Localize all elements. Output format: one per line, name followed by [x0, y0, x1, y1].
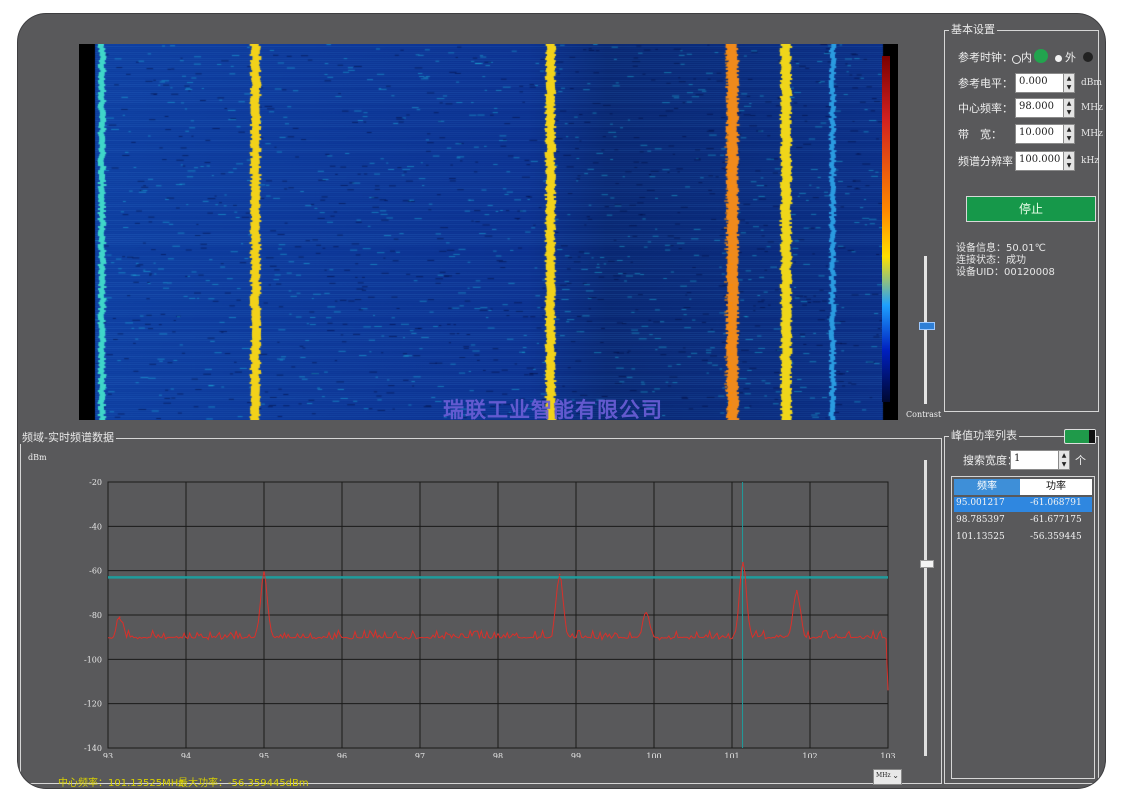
y-tick-label: -40: [89, 522, 102, 531]
color-scale-bar: [882, 56, 890, 402]
radio-external-label: 外: [1065, 51, 1076, 64]
peaks-table-header: 频率 功率: [954, 479, 1092, 495]
col-header-freq[interactable]: 频率: [954, 479, 1020, 495]
ref-level-slider[interactable]: [920, 460, 934, 756]
ref-level-slider-thumb[interactable]: [920, 560, 934, 568]
device-info-uid: 设备UID：00120008: [956, 267, 1055, 278]
x-tick-label: 102: [802, 752, 817, 758]
unit-dropdown-value: MHz: [876, 772, 891, 779]
spectrum-chart: 93 94 95 96 97 98 99 100 101 102 103 -20 -40 -60 -80 -1…: [84, 478, 896, 758]
y-tick-label: -140: [84, 744, 102, 753]
table-row[interactable]: 95.001217 -61.068791: [954, 497, 1092, 512]
y-tick-label: -120: [84, 700, 102, 709]
x-tick-label: 95: [259, 752, 269, 758]
contrast-slider-track: [924, 256, 927, 404]
bandwidth-value: 10.000: [1019, 127, 1054, 138]
bandwidth-label: 带 宽：: [958, 128, 1002, 141]
y-tick-label: -60: [89, 567, 102, 576]
ref-level-input[interactable]: 0.000 ▲ ▼: [1015, 73, 1075, 93]
ref-clock-label: 参考时钟：: [958, 51, 1013, 64]
status-center-freq: 中心频率：101.13525MHz: [58, 778, 184, 788]
row-power: -61.068791: [1030, 498, 1082, 508]
ref-level-label: 参考电平：: [958, 77, 1013, 90]
radio-external[interactable]: [1055, 55, 1062, 62]
peak-point: [795, 589, 798, 592]
x-tick-label: 103: [880, 752, 895, 758]
waterfall-panel: Contrast 瑞联工业智能有限公司: [22, 18, 942, 422]
peaks-toggle[interactable]: [1064, 429, 1096, 444]
center-freq-label: 中心频率：: [958, 102, 1013, 115]
table-row[interactable]: 98.785397 -61.677175: [954, 514, 1092, 529]
peak-point: [645, 611, 647, 614]
peak-point: [263, 572, 265, 574]
ref-level-unit: dBm: [1081, 78, 1102, 88]
watermark: 瑞联工业智能有限公司: [443, 398, 663, 422]
peaks-table: 频率 功率 95.001217 -61.068791 98.785397 -61…: [951, 476, 1095, 779]
row-freq: 98.785397: [956, 515, 1005, 525]
status-max-power: 最大功率：-56.359445dBm: [178, 778, 309, 788]
y-unit-label: dBm: [28, 453, 47, 462]
search-width-value: 1: [1014, 453, 1021, 464]
peak-point: [742, 561, 744, 564]
row-power: -56.359445: [1030, 532, 1082, 542]
x-tick-label: 98: [493, 752, 503, 758]
ref-level-slider-track: [924, 460, 927, 756]
radio-internal[interactable]: [1012, 55, 1021, 64]
peaks-toggle-knob: [1089, 430, 1095, 443]
x-tick-label: 101: [724, 752, 739, 758]
resolution-input[interactable]: 100.000 ▲ ▼: [1015, 151, 1075, 171]
y-tick-label: -100: [84, 655, 102, 664]
center-freq-unit: MHz: [1081, 103, 1103, 113]
x-tick-label: 94: [181, 752, 191, 758]
resolution-unit: kHz: [1081, 156, 1100, 166]
row-freq: 101.13525: [956, 532, 1005, 542]
table-row[interactable]: 101.13525 -56.359445: [954, 531, 1092, 546]
contrast-label: Contrast: [906, 410, 942, 419]
stop-button[interactable]: 停止: [966, 196, 1096, 222]
spin-arrows-icon[interactable]: ▲ ▼: [1063, 74, 1074, 92]
spin-arrows-icon[interactable]: ▲ ▼: [1063, 152, 1074, 170]
external-led: [1083, 52, 1093, 62]
search-width-unit: 个: [1075, 454, 1086, 467]
row-freq: 95.001217: [956, 498, 1005, 508]
bandwidth-input[interactable]: 10.000 ▲ ▼: [1015, 124, 1075, 144]
spin-arrows-icon[interactable]: ▲ ▼: [1063, 99, 1074, 117]
spin-arrows-icon[interactable]: ▲ ▼: [1063, 125, 1074, 143]
clock-status-led: [1034, 49, 1048, 63]
device-info-connection: 连接状态：成功: [956, 255, 1026, 266]
y-tick-label: -80: [89, 611, 102, 620]
resolution-value: 100.000: [1019, 154, 1061, 165]
app-window: Contrast 瑞联工业智能有限公司 基本设置 参考时钟： 内 外 参考电平：…: [18, 14, 1105, 788]
radio-internal-label: 内: [1021, 51, 1032, 64]
chevron-down-icon: ⌄: [892, 771, 899, 780]
col-header-power[interactable]: 功率: [1020, 479, 1092, 495]
center-freq-input[interactable]: 98.000 ▲ ▼: [1015, 98, 1075, 118]
x-tick-label: 97: [415, 752, 425, 758]
settings-title: 基本设置: [949, 23, 997, 36]
peak-point: [558, 573, 561, 576]
contrast-slider-thumb[interactable]: [919, 322, 935, 330]
unit-dropdown[interactable]: MHz ⌄: [873, 769, 902, 785]
peak-point: [118, 616, 121, 619]
contrast-slider[interactable]: [919, 256, 935, 404]
search-width-input[interactable]: 1 ▲ ▼: [1010, 450, 1070, 470]
spin-arrows-icon[interactable]: ▲ ▼: [1058, 451, 1069, 469]
y-tick-label: -20: [89, 478, 102, 487]
x-tick-label: 96: [337, 752, 347, 758]
ref-level-value: 0.000: [1019, 76, 1048, 87]
device-info-temperature: 设备信息：50.01℃: [956, 243, 1046, 254]
x-tick-label: 100: [646, 752, 661, 758]
row-power: -61.677175: [1030, 515, 1082, 525]
x-tick-label: 99: [571, 752, 581, 758]
peaks-title: 峰值功率列表: [949, 429, 1019, 442]
waterfall-display: [79, 44, 898, 420]
center-freq-value: 98.000: [1019, 101, 1054, 112]
bandwidth-unit: MHz: [1081, 129, 1103, 139]
spectrum-title: 频域-实时频谱数据: [20, 431, 116, 444]
x-tick-label: 93: [103, 752, 113, 758]
